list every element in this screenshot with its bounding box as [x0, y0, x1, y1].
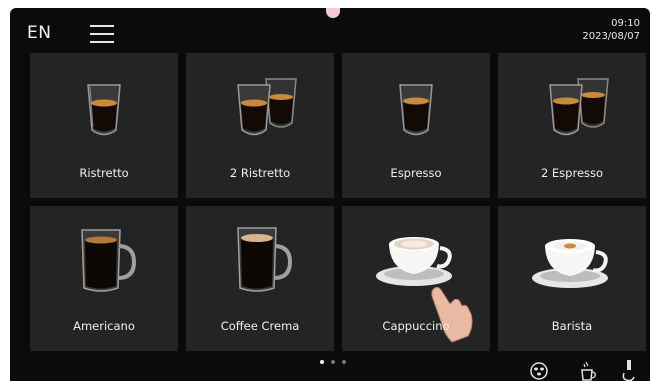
page-dot-active[interactable] — [320, 360, 324, 364]
hot-water-icon[interactable] — [618, 360, 640, 381]
tall-mug-icon — [81, 229, 137, 292]
drink-tile-ristretto[interactable]: Ristretto — [30, 53, 178, 198]
hamburger-menu-icon[interactable] — [90, 25, 114, 43]
drink-tile-2-ristretto[interactable]: 2 Ristretto — [186, 53, 334, 198]
single-glass-icon — [87, 84, 121, 136]
machine-screen: EN 09:10 2023/08/07 Ristretto 2 Ristrett… — [10, 8, 650, 381]
cup-and-saucer-icon — [532, 239, 608, 288]
date: 2023/08/07 — [582, 31, 640, 42]
top-accent — [326, 8, 340, 18]
pointing-hand-icon — [431, 286, 473, 343]
drink-tile-barista[interactable]: Barista — [498, 206, 646, 351]
drink-tile-2-espresso[interactable]: 2 Espresso — [498, 53, 646, 198]
drink-tile-americano[interactable]: Americano — [30, 206, 178, 351]
drink-label: Coffee Crema — [220, 319, 300, 333]
drink-label: Espresso — [390, 166, 442, 180]
drink-label: Americano — [73, 319, 135, 333]
cleaning-icon[interactable] — [576, 360, 598, 381]
time: 09:10 — [611, 18, 640, 29]
tall-mug-icon — [237, 227, 293, 292]
drink-label: 2 Espresso — [540, 166, 604, 180]
drink-label: Barista — [551, 319, 593, 333]
page-dot[interactable] — [342, 360, 346, 364]
single-glass-icon — [399, 84, 433, 136]
drink-label: Ristretto — [79, 166, 129, 180]
double-glass-icon — [549, 78, 609, 136]
page-dot[interactable] — [331, 360, 335, 364]
drink-tile-coffee-crema[interactable]: Coffee Crema — [186, 206, 334, 351]
drink-tile-espresso[interactable]: Espresso — [342, 53, 490, 198]
drink-label: Cappuccino — [382, 319, 450, 333]
drink-label: 2 Ristretto — [229, 166, 291, 180]
beans-icon[interactable] — [528, 360, 550, 380]
double-glass-icon — [237, 78, 297, 136]
clock: 09:10 2023/08/07 — [582, 17, 640, 43]
language-button[interactable]: EN — [27, 23, 51, 43]
drink-tile-cappuccino[interactable]: Cappuccino — [342, 206, 490, 351]
